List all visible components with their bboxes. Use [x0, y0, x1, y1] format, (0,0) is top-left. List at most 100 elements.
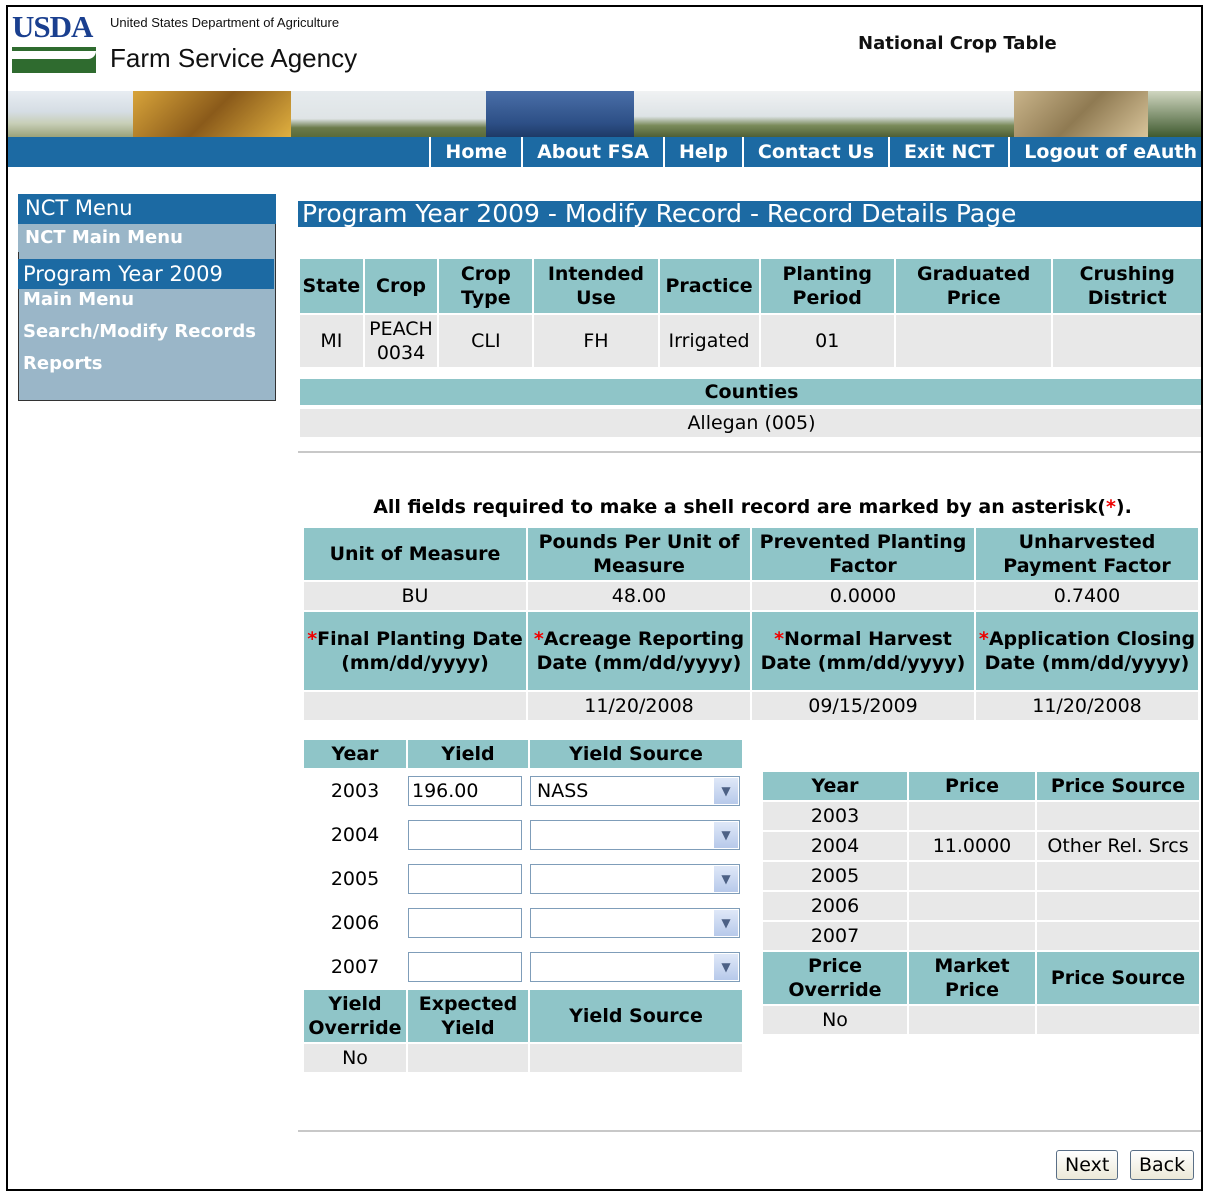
header-price-year: Year: [763, 772, 907, 800]
nav-about-fsa[interactable]: About FSA: [521, 137, 663, 167]
nav-home[interactable]: Home: [429, 137, 521, 167]
header-graduated-price: Graduated Price: [895, 259, 1052, 313]
header-acreage-reporting-date: *Acreage Reporting Date (mm/dd/yyyy): [528, 612, 750, 690]
cell-crushing-district: [1053, 315, 1201, 367]
cell-application-closing-date: 11/20/2008: [976, 692, 1198, 720]
next-button[interactable]: Next: [1056, 1150, 1119, 1180]
cell-market-price: [909, 1006, 1035, 1034]
header-practice: Practice: [659, 259, 759, 313]
header-yield-source-override: Yield Source: [530, 990, 742, 1042]
record-table: State Crop Crop Type Intended Use Practi…: [298, 257, 1201, 369]
yield-input[interactable]: [408, 864, 522, 894]
counties-header: Counties: [300, 379, 1201, 405]
header: USDA United States Department of Agricul…: [8, 7, 1201, 91]
yield-year: 2006: [304, 902, 406, 944]
header-expected-yield: Expected Yield: [408, 990, 528, 1042]
yield-input[interactable]: [408, 952, 522, 982]
header-state: State: [300, 259, 363, 313]
required-marker: *: [307, 628, 318, 650]
banner-photo-trees: [1148, 91, 1201, 137]
cell-unharvested-payment-factor: 0.7400: [976, 582, 1198, 610]
header-crop: Crop: [364, 259, 438, 313]
nav-exit-nct[interactable]: Exit NCT: [888, 137, 1008, 167]
sidebar-item-search-modify[interactable]: Search/Modify Records: [23, 321, 256, 342]
price-source: [1037, 862, 1199, 890]
yield-source-select[interactable]: ▼: [530, 908, 740, 938]
cell-acreage-reporting-date: 11/20/2008: [528, 692, 750, 720]
chevron-down-icon[interactable]: ▼: [714, 778, 738, 804]
nav-logout[interactable]: Logout of eAuth: [1008, 137, 1201, 167]
header-final-planting-date: *Final Planting Date (mm/dd/yyyy): [304, 612, 526, 690]
sidebar-item-reports[interactable]: Reports: [23, 353, 103, 374]
chevron-down-icon[interactable]: ▼: [714, 910, 738, 936]
usda-logo: USDA: [12, 9, 93, 44]
sidebar-section-title: Program Year 2009: [18, 259, 274, 289]
yield-year: 2003: [304, 770, 406, 812]
nav-contact-us[interactable]: Contact Us: [741, 137, 888, 167]
yield-table: Year Yield Yield Source 2003 196.00 NASS…: [302, 738, 744, 1074]
banner-photo-hills: [634, 91, 1014, 137]
price-source: [1037, 802, 1199, 830]
price-value: [909, 862, 1035, 890]
banner-photo-water: [486, 91, 634, 137]
page-title: Program Year 2009 - Modify Record - Reco…: [298, 201, 1201, 227]
price-year: 2003: [763, 802, 907, 830]
cell-unit-of-measure: BU: [304, 582, 526, 610]
sidebar-item-nct-main-menu[interactable]: NCT Main Menu: [18, 224, 274, 252]
price-year: 2005: [763, 862, 907, 890]
sidebar-item-main-menu[interactable]: Main Menu: [23, 289, 134, 310]
header-unharvested-payment-factor: Unharvested Payment Factor: [976, 528, 1198, 580]
yield-source-select[interactable]: ▼: [530, 864, 740, 894]
nav-help[interactable]: Help: [663, 137, 742, 167]
price-value: [909, 922, 1035, 950]
note-text: All fields required to make a shell reco…: [373, 496, 1106, 518]
cell-crop: PEACH 0034: [364, 315, 438, 367]
counties-section: Counties Allegan (005): [300, 379, 1201, 437]
yield-source-select[interactable]: ▼: [530, 820, 740, 850]
back-button[interactable]: Back: [1130, 1150, 1195, 1180]
yield-year: 2004: [304, 814, 406, 856]
header-prevented-planting-factor: Prevented Planting Factor: [752, 528, 974, 580]
header-price-source-override: Price Source: [1037, 952, 1199, 1004]
header-yield-source: Yield Source: [530, 740, 742, 768]
cell-yield-source-override: [530, 1044, 742, 1072]
yield-source-select[interactable]: ▼: [530, 952, 740, 982]
cell-normal-harvest-date: 09/15/2009: [752, 692, 974, 720]
header-market-price: Market Price: [909, 952, 1035, 1004]
required-marker: *: [774, 628, 785, 650]
header-yield: Yield: [408, 740, 528, 768]
yield-input[interactable]: [408, 908, 522, 938]
yield-input[interactable]: 196.00: [408, 776, 522, 806]
usda-logo-swoosh: [12, 51, 96, 59]
header-application-closing-date: *Application Closing Date (mm/dd/yyyy): [976, 612, 1198, 690]
price-source: [1037, 892, 1199, 920]
header-price-source: Price Source: [1037, 772, 1199, 800]
yield-source-select[interactable]: NASS ▼: [530, 776, 740, 806]
measure-table: Unit of Measure Pounds Per Unit of Measu…: [302, 526, 1200, 722]
note-end: ).: [1115, 496, 1132, 518]
required-marker: *: [533, 628, 544, 650]
header-price-override: Price Override: [763, 952, 907, 1004]
yield-year: 2005: [304, 858, 406, 900]
top-nav: Home About FSA Help Contact Us Exit NCT …: [8, 137, 1201, 167]
yield-input[interactable]: [408, 820, 522, 850]
header-crop-type: Crop Type: [439, 259, 533, 313]
header-intended-use: Intended Use: [534, 259, 658, 313]
cell-state: MI: [300, 315, 363, 367]
banner-photo-farmers: [1014, 91, 1148, 137]
cell-graduated-price: [895, 315, 1052, 367]
chevron-down-icon[interactable]: ▼: [714, 866, 738, 892]
price-year: 2006: [763, 892, 907, 920]
price-value: [909, 892, 1035, 920]
sidebar-title: NCT Menu: [18, 194, 276, 224]
cell-intended-use: FH: [534, 315, 658, 367]
cell-expected-yield: [408, 1044, 528, 1072]
required-note: All fields required to make a shell reco…: [300, 496, 1201, 518]
department-name: United States Department of Agriculture: [110, 15, 340, 30]
banner-photo-field: [291, 91, 486, 137]
chevron-down-icon[interactable]: ▼: [714, 822, 738, 848]
divider: [298, 451, 1201, 453]
cell-yield-override: No: [304, 1044, 406, 1072]
cell-pounds-per-unit: 48.00: [528, 582, 750, 610]
chevron-down-icon[interactable]: ▼: [714, 954, 738, 980]
